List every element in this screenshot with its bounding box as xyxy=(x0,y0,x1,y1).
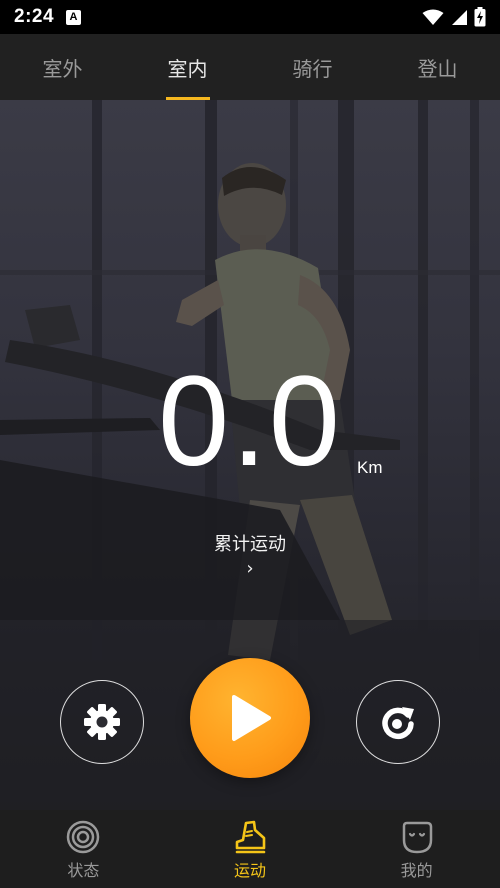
workout-type-tabs: 室外 室内 骑行 登山 xyxy=(0,34,500,100)
distance-unit: Km xyxy=(357,458,383,477)
tab-outdoor[interactable]: 室外 xyxy=(0,34,125,100)
settings-button[interactable] xyxy=(60,680,144,764)
face-icon xyxy=(402,821,432,854)
distance-value: 0.0 xyxy=(158,350,342,493)
tab-cycling[interactable]: 骑行 xyxy=(250,34,375,100)
nav-item-status[interactable]: 状态 xyxy=(0,810,167,888)
tab-label: 室外 xyxy=(42,56,83,81)
chevron-right-icon[interactable]: › xyxy=(0,558,500,579)
tab-label: 登山 xyxy=(417,56,458,81)
cumulative-workout-link[interactable]: 累计运动 xyxy=(0,530,500,556)
status-time: 2:24 xyxy=(14,6,55,27)
tab-label: 室内 xyxy=(167,56,208,81)
battery-icon xyxy=(474,7,486,27)
running-shoe-icon xyxy=(235,820,266,854)
nav-item-workout[interactable]: 运动 xyxy=(167,810,334,888)
start-workout-button[interactable] xyxy=(190,658,310,778)
gear-icon xyxy=(84,704,120,740)
nav-label: 状态 xyxy=(67,861,100,880)
target-icon xyxy=(67,820,100,854)
workout-hero: 0.0 Km 累计运动 › xyxy=(0,100,500,810)
switch-mode-button[interactable] xyxy=(356,680,440,764)
tab-label: 骑行 xyxy=(292,56,333,81)
nav-item-profile[interactable]: 我的 xyxy=(333,810,500,888)
bottom-navigation: 状态 运动 我的 xyxy=(0,810,500,888)
tab-hiking[interactable]: 登山 xyxy=(375,34,500,100)
tab-indoor[interactable]: 室内 xyxy=(125,34,250,100)
wifi-icon xyxy=(422,9,444,25)
refresh-icon xyxy=(382,707,414,740)
signal-icon xyxy=(452,9,467,25)
play-icon xyxy=(232,695,271,741)
status-icons xyxy=(422,7,486,27)
nav-label: 我的 xyxy=(400,861,433,880)
status-bar: 2:24 A xyxy=(0,0,500,34)
notification-icon: A xyxy=(66,9,82,25)
nav-label: 运动 xyxy=(234,861,267,880)
